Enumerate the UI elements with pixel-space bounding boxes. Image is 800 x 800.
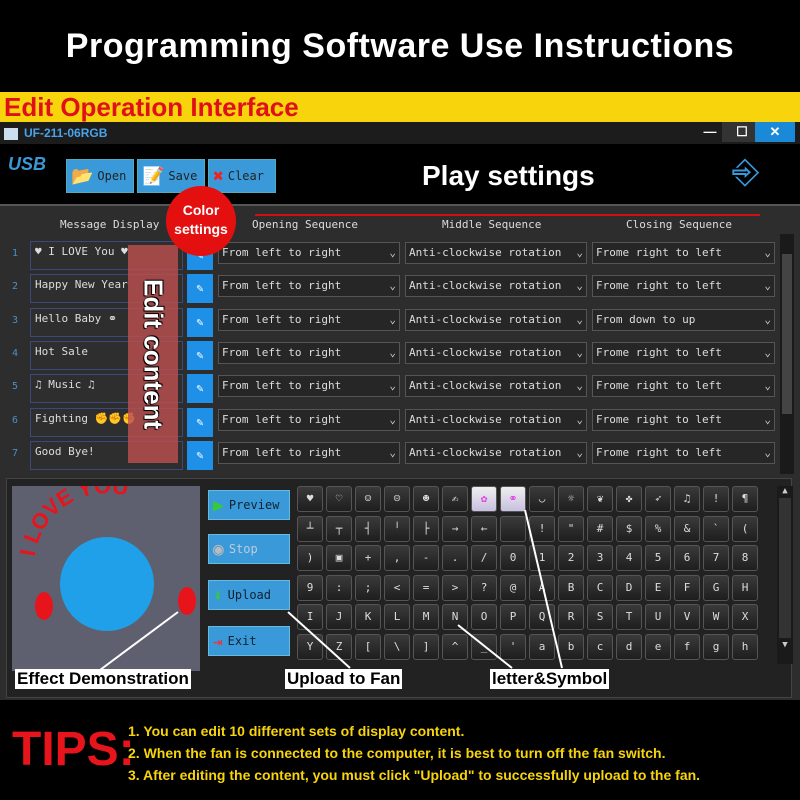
tip-1: 1. You can edit 10 different sets of dis… bbox=[128, 723, 465, 739]
tips-label: TIPS: bbox=[12, 723, 135, 776]
letter-pointer bbox=[457, 624, 513, 669]
effect-demo-annotation: Effect Demonstration bbox=[15, 669, 191, 689]
tip-2: 2. When the fan is connected to the comp… bbox=[128, 745, 666, 761]
upload-pointer bbox=[287, 611, 351, 669]
effect-pointer bbox=[99, 611, 179, 671]
tip-3: 3. After editing the content, you must c… bbox=[128, 767, 701, 783]
tips-section: TIPS: 1. You can edit 10 different sets … bbox=[0, 700, 800, 800]
annotation-lines bbox=[99, 509, 563, 671]
letter-symbol-annotation: letter&Symbol bbox=[490, 669, 610, 689]
upload-annotation: Upload to Fan bbox=[285, 669, 403, 689]
symbol-pointer bbox=[524, 509, 563, 669]
